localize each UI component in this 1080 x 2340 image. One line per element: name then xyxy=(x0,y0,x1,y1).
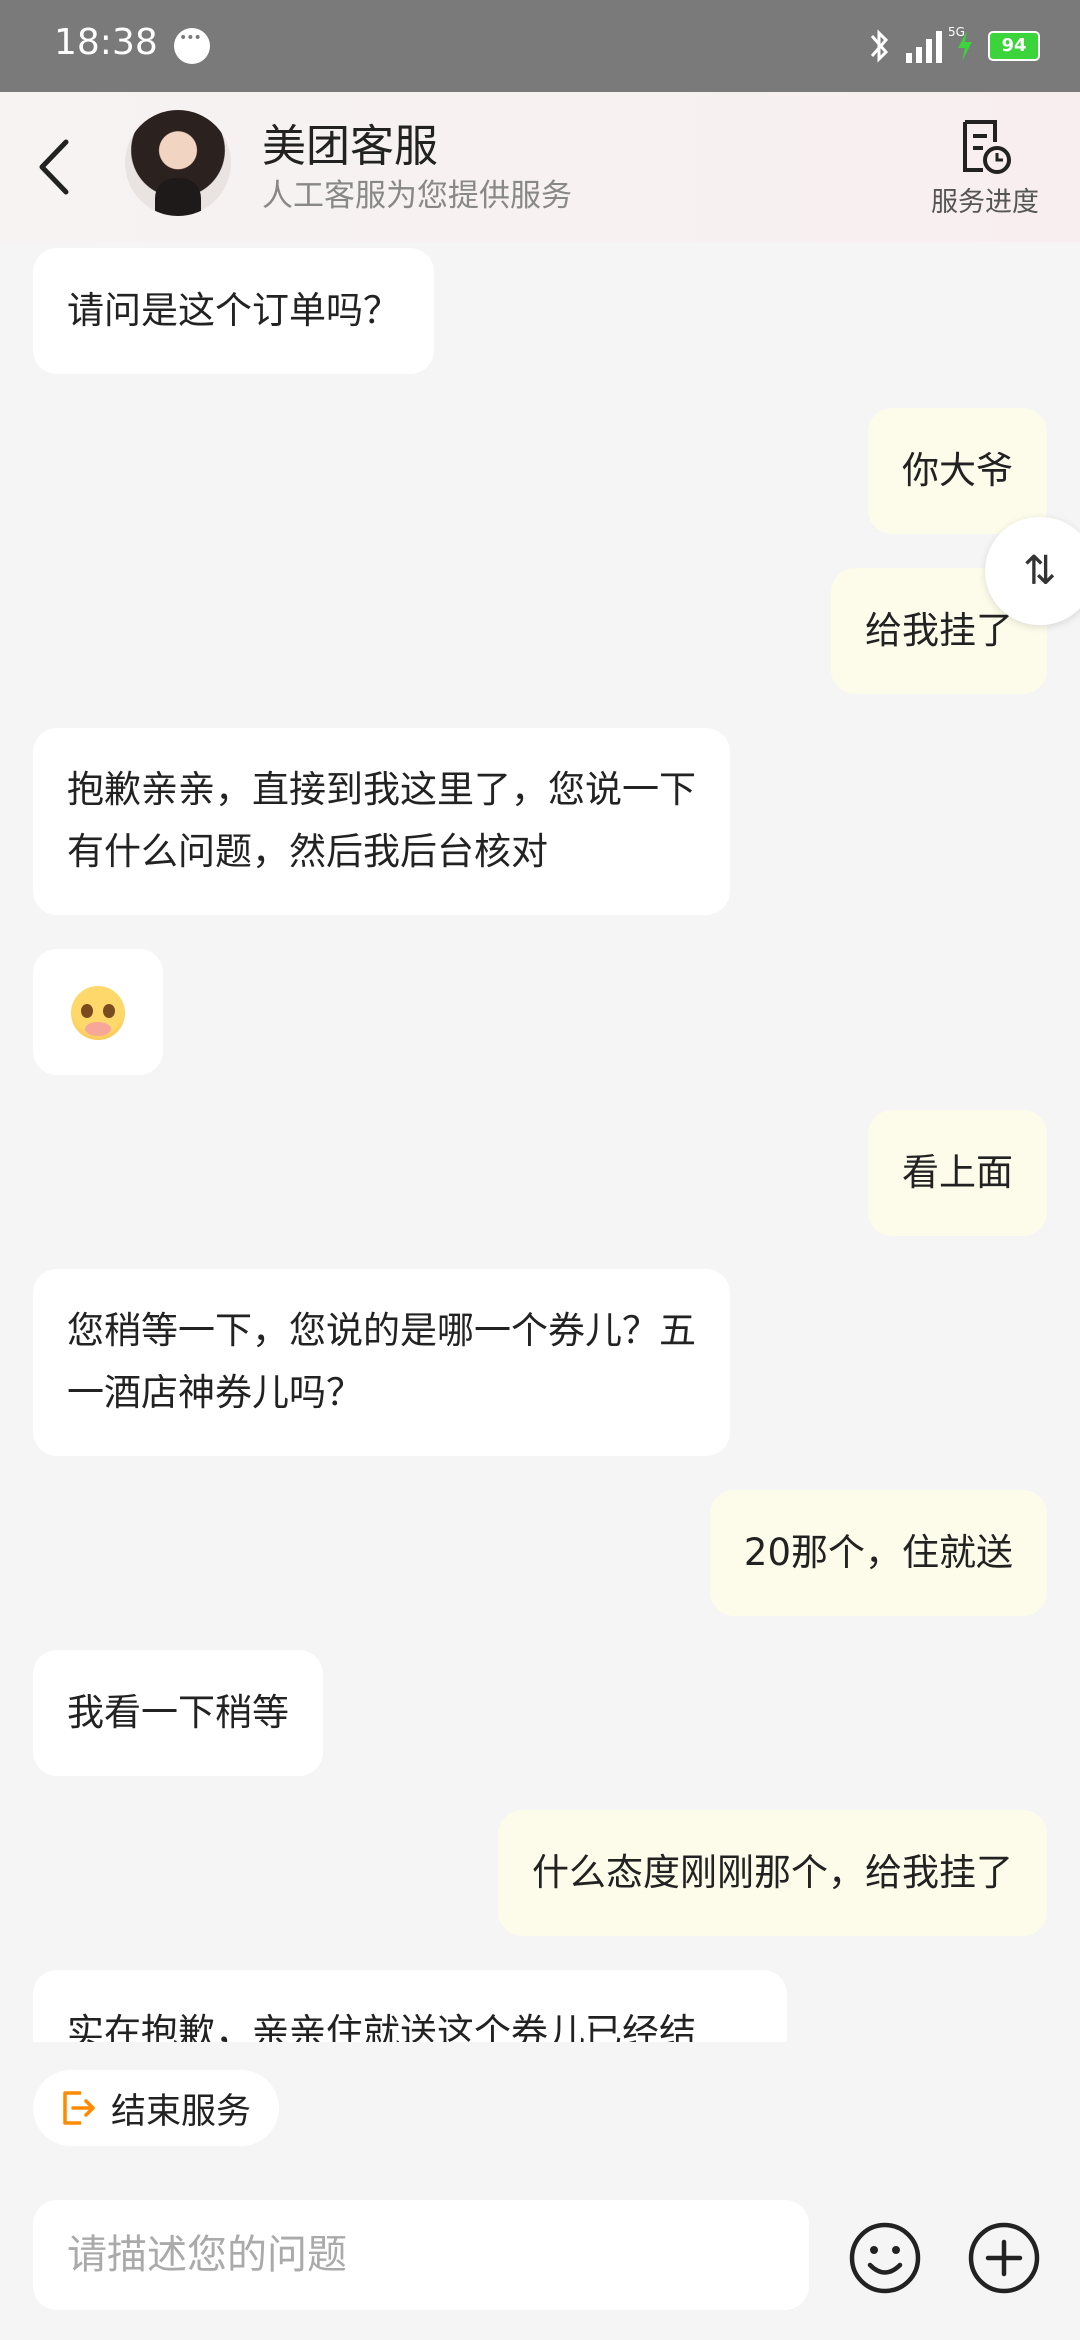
message-line: 有什么问题，然后我后台核对 xyxy=(67,830,548,873)
message-incoming[interactable]: 您稍等一下，您说的是哪一个券儿？五 一酒店神券儿吗？ xyxy=(33,1269,730,1456)
message-incoming-emoji[interactable] xyxy=(33,949,163,1075)
end-service-button[interactable]: 结束服务 xyxy=(33,2070,280,2146)
message-outgoing[interactable]: 20那个，住就送 xyxy=(709,1490,1047,1616)
document-clock-icon xyxy=(963,120,1011,174)
status-time: 18:38 xyxy=(54,22,158,63)
bluetooth-icon xyxy=(870,29,889,63)
message-outgoing[interactable]: 看上面 xyxy=(868,1110,1047,1236)
service-progress-label: 服务进度 xyxy=(931,187,1039,218)
end-service-label: 结束服务 xyxy=(111,2091,252,2132)
plus-icon[interactable] xyxy=(966,2220,1042,2296)
pleading-face-icon xyxy=(71,986,125,1040)
message-outgoing[interactable]: 什么态度刚刚那个，给我挂了 xyxy=(498,1810,1047,1936)
message-line: 您稍等一下，您说的是哪一个券儿？五 xyxy=(67,1309,696,1352)
chat-header: 美团客服 人工客服为您提供服务 服务进度 xyxy=(0,92,1080,242)
message-incoming[interactable]: 请问是这个订单吗？ xyxy=(33,248,434,374)
exit-icon xyxy=(63,2091,95,2125)
avatar[interactable] xyxy=(125,110,231,216)
status-icons: 5G 94 xyxy=(866,25,1040,66)
page-subtitle: 人工客服为您提供服务 xyxy=(262,178,572,214)
signal-icon xyxy=(906,29,942,63)
back-icon[interactable] xyxy=(30,132,80,202)
message-outgoing[interactable]: 你大爷 xyxy=(868,408,1047,534)
page-title: 美团客服 xyxy=(262,121,438,172)
battery-icon: 94 xyxy=(988,31,1040,61)
message-line: 一酒店神券儿吗？ xyxy=(67,1371,363,1414)
message-incoming[interactable]: 实在抱歉，亲亲住就送这个券儿已经结 xyxy=(33,1970,787,2042)
emoji-icon[interactable] xyxy=(847,2220,923,2296)
service-progress-button[interactable]: 服务进度 xyxy=(920,116,1050,226)
message-incoming[interactable]: 我看一下稍等 xyxy=(33,1650,323,1776)
message-line: 抱歉亲亲，直接到我这里了，您说一下 xyxy=(67,768,696,811)
network-type: 5G xyxy=(948,25,965,39)
chat-messages[interactable]: 请问是这个订单吗？ 你大爷 给我挂了 抱歉亲亲，直接到我这里了，您说一下 有什么… xyxy=(0,242,1080,2042)
message-notification-icon xyxy=(174,28,210,64)
status-bar: 18:38 5G 94 xyxy=(0,0,1080,92)
message-incoming[interactable]: 抱歉亲亲，直接到我这里了，您说一下 有什么问题，然后我后台核对 xyxy=(33,728,730,915)
message-input[interactable]: 请描述您的问题 xyxy=(33,2200,809,2310)
